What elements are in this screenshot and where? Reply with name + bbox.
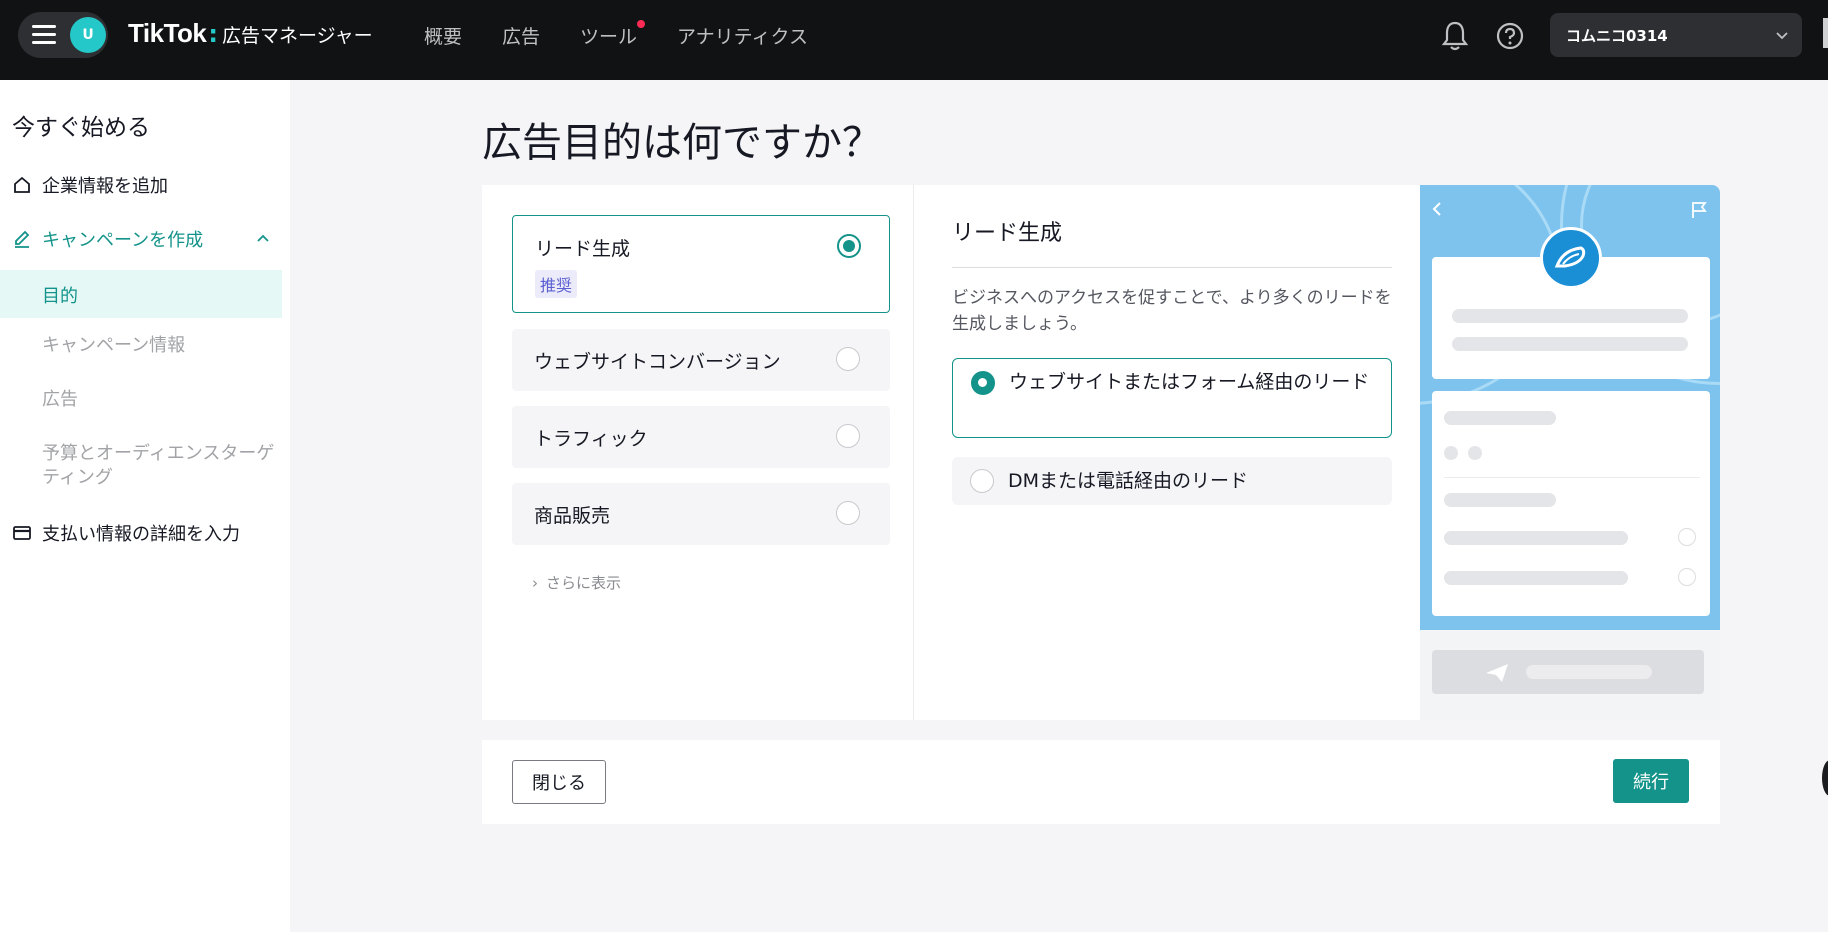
lead-option-radio[interactable] bbox=[971, 371, 995, 395]
objective-radio[interactable] bbox=[836, 347, 860, 371]
chevron-down-icon bbox=[1776, 32, 1788, 40]
brand-logo[interactable]: TikTok : 広告マネージャー bbox=[128, 18, 373, 54]
sidebar-item-budget-targeting[interactable]: 予算とオーディエンスターゲティング bbox=[42, 442, 282, 490]
objective-traffic[interactable]: トラフィック bbox=[512, 406, 890, 468]
lead-option-website-form[interactable]: ウェブサイトまたはフォーム経由のリード bbox=[952, 358, 1392, 438]
home-icon bbox=[14, 176, 30, 193]
sidebar: 今すぐ始める 企業情報を追加 キャンペーンを作成 目的 キャンペーン情報 広告 … bbox=[0, 80, 290, 932]
detail-description: ビジネスへのアクセスを促すことで、より多くのリードを生成しましょう。 bbox=[952, 288, 1392, 334]
brand-separator: : bbox=[208, 20, 218, 48]
edge-bar bbox=[1823, 18, 1828, 48]
edge-widget[interactable] bbox=[1822, 760, 1828, 796]
recommended-badge: 推奨 bbox=[535, 270, 578, 298]
nav-tools[interactable]: ツール bbox=[580, 20, 646, 49]
close-button[interactable]: 閉じる bbox=[512, 760, 606, 804]
edit-icon bbox=[15, 230, 30, 248]
sidebar-title: 今すぐ始める bbox=[12, 115, 150, 141]
top-nav: 概要 広告 ツール アナリティクス bbox=[424, 20, 848, 49]
objective-product-sales[interactable]: 商品販売 bbox=[512, 483, 890, 545]
flag-icon bbox=[1692, 202, 1707, 218]
lead-option-label: ウェブサイトまたはフォーム経由のリード bbox=[1009, 371, 1370, 393]
footer-bar: 閉じる 続行 bbox=[482, 740, 1720, 824]
nav-tools-label: ツール bbox=[580, 26, 638, 48]
objective-card: リード生成 推奨 ウェブサイトコンバージョン トラフィック 商品販売 › さらに表… bbox=[482, 185, 1720, 720]
account-selector[interactable]: コムニコ0314 bbox=[1550, 13, 1802, 57]
objective-lead-generation[interactable]: リード生成 推奨 bbox=[512, 215, 890, 313]
lead-option-dm-phone[interactable]: DMまたは電話経由のリード bbox=[952, 457, 1392, 505]
ad-preview bbox=[1420, 185, 1720, 720]
chevron-right-icon: › bbox=[532, 574, 538, 592]
objective-website-conversion[interactable]: ウェブサイトコンバージョン bbox=[512, 329, 890, 391]
sidebar-item-company-info[interactable]: 企業情報を追加 bbox=[12, 172, 168, 198]
continue-button[interactable]: 続行 bbox=[1613, 759, 1689, 803]
nav-overview[interactable]: 概要 bbox=[424, 22, 462, 49]
nav-ads[interactable]: 広告 bbox=[502, 22, 540, 49]
objective-list: リード生成 推奨 ウェブサイトコンバージョン トラフィック 商品販売 › さらに表… bbox=[482, 185, 914, 720]
objective-detail: リード生成 ビジネスへのアクセスを促すことで、より多くのリードを生成しましょう。… bbox=[920, 185, 1420, 720]
menu-icon[interactable] bbox=[32, 25, 56, 45]
detail-title: リード生成 bbox=[952, 221, 1063, 246]
preview-card-form bbox=[1432, 391, 1710, 616]
menu-pill[interactable]: U bbox=[18, 12, 108, 58]
chevron-up-icon[interactable] bbox=[255, 230, 271, 246]
objective-radio[interactable] bbox=[836, 424, 860, 448]
objective-label: ウェブサイトコンバージョン bbox=[534, 351, 781, 373]
preview-phone bbox=[1420, 185, 1720, 630]
bell-icon[interactable] bbox=[1440, 20, 1470, 52]
objective-label: リード生成 bbox=[535, 238, 631, 260]
sidebar-item-objective[interactable]: 目的 bbox=[0, 270, 282, 318]
chevron-left-icon bbox=[1432, 202, 1441, 216]
nav-analytics[interactable]: アナリティクス bbox=[677, 22, 808, 49]
send-icon bbox=[1486, 664, 1508, 682]
show-more-label: さらに表示 bbox=[546, 574, 622, 592]
objective-label: 商品販売 bbox=[534, 505, 611, 527]
brand-name: 広告マネージャー bbox=[222, 25, 373, 47]
notification-dot bbox=[637, 20, 646, 28]
page-title: 広告目的は何ですか？ bbox=[482, 120, 882, 166]
credit-card-icon bbox=[13, 526, 31, 540]
help-icon[interactable] bbox=[1496, 22, 1524, 50]
preview-submit-button bbox=[1432, 650, 1704, 694]
sidebar-item-create-campaign[interactable]: キャンペーンを作成 bbox=[12, 226, 203, 252]
account-name: コムニコ0314 bbox=[1566, 27, 1668, 45]
objective-radio[interactable] bbox=[836, 501, 860, 525]
sidebar-item-label: 支払い情報の詳細を入力 bbox=[42, 524, 240, 545]
sidebar-item-label: キャンペーンを作成 bbox=[42, 230, 204, 251]
sidebar-item-label: 目的 bbox=[42, 286, 78, 307]
avatar[interactable]: U bbox=[70, 17, 106, 53]
lead-option-radio[interactable] bbox=[970, 469, 994, 493]
brand-wordmark: TikTok bbox=[128, 18, 207, 48]
objective-radio[interactable] bbox=[837, 234, 861, 258]
sidebar-item-payment[interactable]: 支払い情報の詳細を入力 bbox=[12, 520, 240, 546]
top-bar: U TikTok : 広告マネージャー 概要 広告 ツール アナリティクス コム… bbox=[0, 0, 1828, 80]
preview-logo bbox=[1540, 227, 1602, 289]
divider bbox=[952, 267, 1392, 268]
sidebar-item-campaign-info[interactable]: キャンペーン情報 bbox=[42, 334, 185, 358]
sidebar-item-ad[interactable]: 広告 bbox=[42, 388, 78, 412]
objective-label: トラフィック bbox=[534, 428, 648, 450]
show-more-link[interactable]: › さらに表示 bbox=[532, 572, 621, 593]
sidebar-item-label: 企業情報を追加 bbox=[42, 176, 168, 197]
lead-option-label: DMまたは電話経由のリード bbox=[1008, 470, 1249, 492]
